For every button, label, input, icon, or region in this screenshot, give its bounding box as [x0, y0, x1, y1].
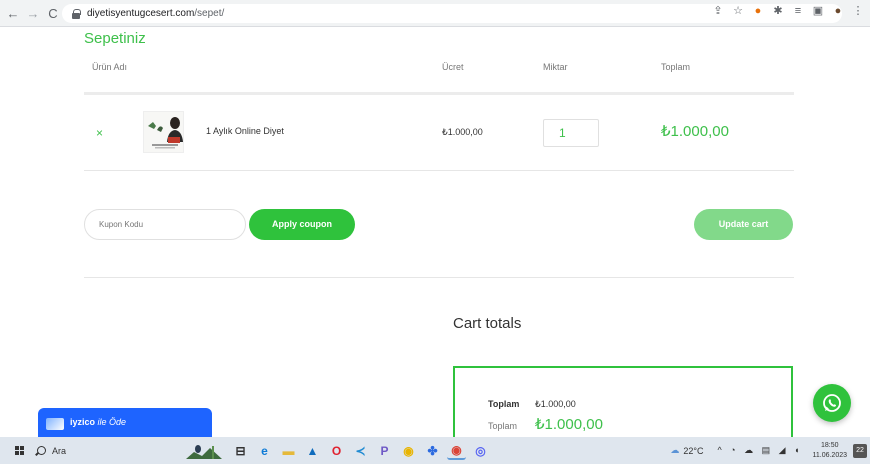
browser-toolbar: ← → C diyetisyentugcesert.com/sepet/ ⇪ ☆… [0, 0, 870, 27]
whatsapp-icon [823, 394, 841, 412]
profile-avatar-icon[interactable]: ● [832, 5, 844, 17]
cart-page: Sepetiniz Ürün Adı Ücret Miktar Toplam ×… [0, 27, 870, 437]
chrome-active-icon[interactable]: ◉ [447, 441, 466, 460]
weather-temperature: 22°C [683, 445, 704, 456]
taskbar-clock[interactable]: 18:50 11.06.2023 [812, 441, 847, 461]
taskbar-apps: ⊟ e ▬ ▲ O ≺ P ◉ ✤ ◉ ◎ [182, 441, 490, 460]
clock-time: 18:50 [820, 441, 839, 449]
column-header-price: Ücret [442, 62, 464, 72]
coupon-input[interactable]: Kupon Kodu [84, 209, 246, 240]
product-price: ₺1.000,00 [442, 127, 483, 137]
notification-badge[interactable]: 22 [853, 443, 867, 458]
phpstorm-icon[interactable]: P [375, 441, 394, 460]
menu-dots-icon[interactable]: ⋮ [852, 5, 864, 17]
lock-icon [72, 8, 81, 19]
system-tray: ☁ 22°C ^ ◔ ☁ ▤ ◢ ◖ 18:50 11.06.2023 22 [670, 437, 870, 464]
page-title: Sepetiniz [84, 30, 146, 47]
whatsapp-chat-button[interactable] [813, 384, 851, 422]
forward-arrow-icon[interactable]: → [26, 6, 40, 20]
cart-totals-box: Toplam ₺1.000,00 Toplam ₺1.000,00 [453, 366, 793, 437]
side-panel-icon[interactable]: ▣ [812, 5, 824, 17]
edge-browser-icon[interactable]: e [255, 441, 274, 460]
update-cart-button[interactable]: Update cart [694, 209, 793, 240]
grand-total-value: ₺1.000,00 [535, 416, 603, 433]
column-header-quantity: Miktar [543, 62, 568, 72]
extension-shield-icon[interactable]: ● [752, 5, 764, 17]
task-view-icon[interactable]: ⊟ [231, 441, 250, 460]
taskbar-search-placeholder: Ara [52, 445, 67, 456]
row-divider [84, 170, 794, 171]
cart-totals-heading: Cart totals [453, 315, 522, 332]
quantity-input[interactable]: 1 [543, 119, 599, 147]
vscode-icon[interactable]: ≺ [351, 441, 370, 460]
column-header-total: Toplam [661, 62, 691, 72]
weather-cloud-icon: ☁ [670, 445, 680, 455]
product-name-link[interactable]: 1 Aylık Online Diyet [206, 126, 284, 136]
back-arrow-icon[interactable]: ← [6, 6, 20, 20]
tray-icons[interactable]: ^ ◔ ☁ ▤ ◢ ◖ [717, 445, 802, 456]
grand-total-label: Toplam [488, 421, 518, 431]
url-text: diyetisyentugcesert.com/sepet/ [87, 8, 225, 19]
iyzico-label: iyzico ile Öde [70, 417, 127, 427]
apply-coupon-button[interactable]: Apply coupon [249, 209, 355, 240]
totals-value: ₺1.000,00 [535, 399, 576, 409]
product-thumbnail[interactable] [143, 111, 184, 153]
reading-list-icon[interactable]: ≡ [792, 5, 804, 17]
taskbar-search[interactable]: Ara [37, 442, 177, 459]
search-icon [37, 446, 46, 455]
chrome-icon[interactable]: ◉ [399, 441, 418, 460]
column-header-product: Ürün Adı [92, 62, 128, 72]
windows-taskbar: Ara ⊟ e ▬ ▲ O ≺ P ◉ ✤ ◉ ◎ ☁ 22°C ^ ◔ ☁ ▤… [0, 437, 870, 464]
remove-item-icon[interactable]: × [96, 126, 103, 140]
table-header-divider [84, 92, 794, 95]
reload-icon[interactable]: C [46, 6, 60, 20]
bookmark-star-icon[interactable]: ☆ [732, 5, 744, 17]
iyzico-logo-icon [46, 418, 64, 430]
bird-widget-icon[interactable] [182, 441, 226, 460]
file-explorer-icon[interactable]: ▬ [279, 441, 298, 460]
iyzico-pay-button[interactable]: iyzico ile Öde [38, 408, 212, 437]
clock-date: 11.06.2023 [812, 451, 847, 459]
section-divider [84, 277, 794, 278]
opera-browser-icon[interactable]: O [327, 441, 346, 460]
share-icon[interactable]: ⇪ [712, 5, 724, 17]
product-subtotal: ₺1.000,00 [661, 123, 729, 140]
puzzle-icon[interactable]: ✱ [772, 5, 784, 17]
totals-label: Toplam [488, 399, 520, 409]
discord-icon[interactable]: ◎ [471, 441, 490, 460]
mail-icon[interactable]: ▲ [303, 441, 322, 460]
windows-start-icon[interactable] [15, 446, 25, 456]
extension-icons: ⇪ ☆ ● ✱ ≡ ▣ ● ⋮ [712, 5, 864, 17]
git-client-icon[interactable]: ✤ [423, 441, 442, 460]
weather-widget[interactable]: ☁ 22°C [670, 445, 703, 456]
